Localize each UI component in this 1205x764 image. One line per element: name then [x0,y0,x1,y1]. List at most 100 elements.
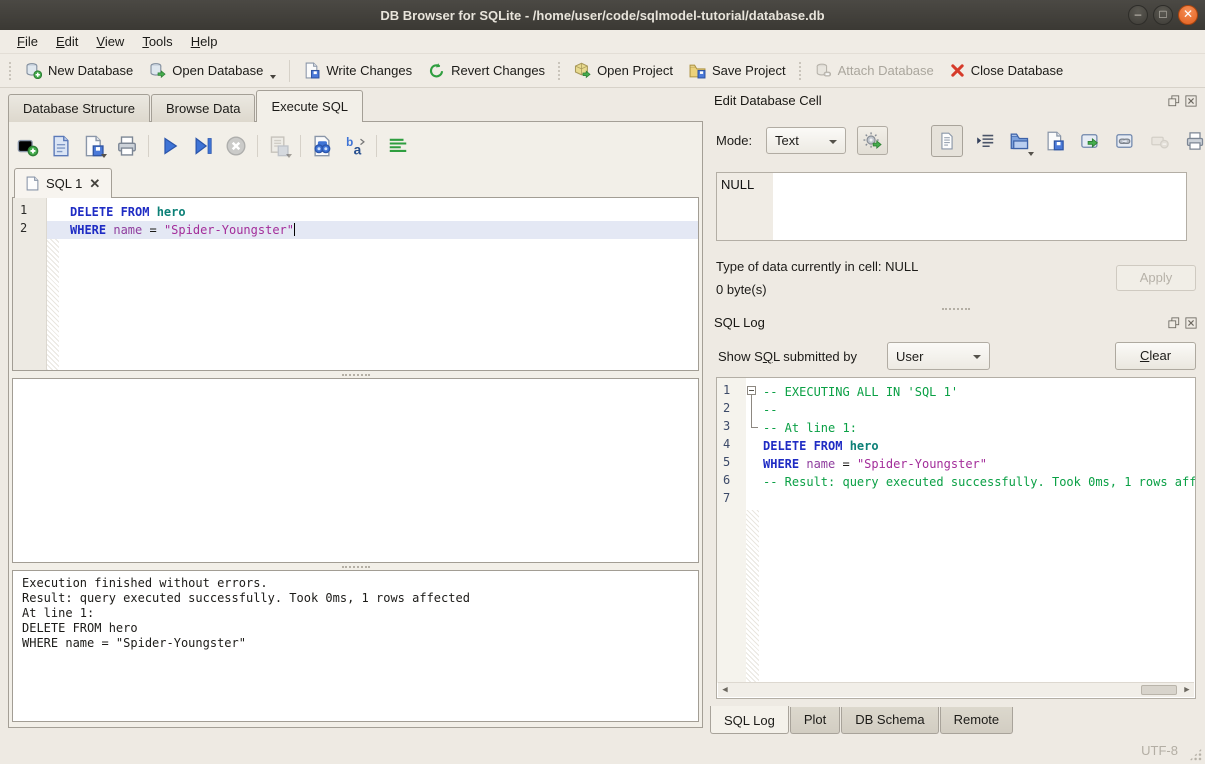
save-project-icon [689,62,706,79]
tab-sql-log[interactable]: SQL Log [710,706,789,734]
save-project-button[interactable]: Save Project [681,58,794,83]
open-sql-icon[interactable] [49,134,73,158]
sql-log-view[interactable]: 1 2 3 4 5 6 7 -- EXECUTING ALL IN 'SQL 1… [716,377,1196,699]
log-horizontal-scrollbar[interactable]: ◀ ▶ [718,682,1194,697]
tab-browse-data[interactable]: Browse Data [151,94,255,122]
submitted-by-select[interactable]: User [887,342,990,370]
revert-changes-icon [428,62,445,79]
edit-cell-dock-buttons [1167,94,1197,107]
auto-format-icon[interactable]: ba [343,134,367,158]
message-line: DELETE FROM hero [22,621,689,636]
toolbar-drag-handle[interactable] [798,61,803,81]
tab-remote[interactable]: Remote [940,707,1014,734]
log-line: -- At line 1: [717,419,1195,437]
editor-results-splitter[interactable] [12,371,699,378]
link-cell-icon[interactable] [1112,126,1138,156]
stop-icon [224,134,248,158]
dock-tab-bar: SQL Log Plot DB Schema Remote [710,707,1014,735]
open-database-button[interactable]: Open Database [141,58,284,83]
toolbar-separator [257,135,258,157]
editor-fold-margin [47,239,59,370]
minimize-button[interactable]: – [1128,5,1148,25]
menu-file[interactable]: File [8,31,47,52]
toolbar-drag-handle[interactable] [8,61,13,81]
align-icon[interactable] [386,134,410,158]
execute-line-icon[interactable] [191,134,215,158]
new-database-icon [25,62,42,79]
window-title: DB Browser for SQLite - /home/user/code/… [380,8,824,23]
float-dock-icon[interactable] [1167,94,1180,107]
menu-help[interactable]: Help [182,31,227,52]
scroll-right-arrow[interactable]: ▶ [1181,684,1193,696]
new-database-button[interactable]: New Database [17,58,141,83]
menubar: File Edit View Tools Help [0,30,1205,54]
remove-cell-icon [1147,126,1173,156]
sql-file-tab[interactable]: SQL 1 ✕ [14,168,112,198]
toolbar-separator [148,135,149,157]
line-number: 7 [723,491,730,505]
show-sql-label: Show SQL submitted by [718,349,857,364]
print-icon[interactable] [115,134,139,158]
message-line: Execution finished without errors. [22,576,689,591]
submitted-by-value: User [896,349,923,364]
tab-execute-sql[interactable]: Execute SQL [256,90,363,122]
import-dropdown-arrow[interactable] [1028,152,1034,156]
open-database-dropdown-arrow[interactable] [270,75,276,79]
menu-edit[interactable]: Edit [47,31,87,52]
scroll-left-arrow[interactable]: ◀ [719,684,731,696]
sql-editor[interactable]: 1 2 DELETE FROM hero WHERE name = "Spide… [12,197,699,371]
open-database-icon [149,62,166,79]
close-dock-icon[interactable] [1184,94,1197,107]
log-line: -- [717,401,1195,419]
write-changes-button[interactable]: Write Changes [295,58,420,83]
cell-value-editor[interactable]: NULL [716,172,1187,241]
toolbar-separator [300,135,301,157]
tab-db-schema[interactable]: DB Schema [841,707,938,734]
line-number: 2 [13,221,44,235]
float-dock-icon[interactable] [1167,316,1180,329]
tab-plot[interactable]: Plot [790,707,840,734]
save-sql-dropdown-arrow[interactable] [101,154,107,158]
document-mode-icon[interactable] [931,125,963,157]
toolbar-drag-handle[interactable] [557,61,562,81]
results-grid[interactable] [12,378,699,563]
close-dock-icon[interactable] [1184,316,1197,329]
revert-changes-button[interactable]: Revert Changes [420,58,553,83]
message-line: WHERE name = "Spider-Youngster" [22,636,689,651]
export-cell-icon[interactable] [1077,126,1103,156]
close-button[interactable]: ✕ [1178,5,1198,25]
execution-message-pane[interactable]: Execution finished without errors. Resul… [12,570,699,722]
line-number: 1 [13,203,44,217]
save-results-icon [267,134,291,158]
maximize-button[interactable]: □ [1153,5,1173,25]
open-project-button[interactable]: Open Project [566,58,681,83]
save-cell-icon[interactable] [1042,126,1068,156]
menu-tools[interactable]: Tools [133,31,181,52]
fold-collapse-icon[interactable] [747,386,756,395]
clear-log-button[interactable]: Clear [1115,342,1196,370]
close-database-icon [950,63,965,78]
results-message-splitter[interactable] [12,563,699,570]
resize-grip[interactable] [1189,748,1202,761]
save-sql-icon[interactable] [82,134,106,158]
tab-database-structure[interactable]: Database Structure [8,94,150,122]
log-line: -- EXECUTING ALL IN 'SQL 1' [717,383,1195,401]
mode-select[interactable]: Text [766,127,846,154]
main-toolbar: New Database Open Database Write Changes… [0,54,1205,88]
auto-switch-mode-button[interactable] [857,126,888,155]
find-replace-icon[interactable] [310,134,334,158]
execute-all-icon[interactable] [158,134,182,158]
close-database-button[interactable]: Close Database [942,59,1072,82]
message-line: Result: query executed successfully. Too… [22,591,689,606]
titlebar[interactable]: DB Browser for SQLite - /home/user/code/… [0,0,1205,31]
print-cell-icon[interactable] [1182,126,1205,156]
word-wrap-icon[interactable] [972,126,998,156]
scrollbar-thumb[interactable] [1141,685,1177,695]
close-tab-icon[interactable]: ✕ [89,176,100,192]
import-cell-icon[interactable] [1007,126,1033,156]
sql-log-dock-buttons [1167,316,1197,329]
new-sql-tab-icon[interactable] [16,134,40,158]
menu-view[interactable]: View [87,31,133,52]
dock-splitter[interactable] [716,305,1196,312]
open-project-icon [574,62,591,79]
